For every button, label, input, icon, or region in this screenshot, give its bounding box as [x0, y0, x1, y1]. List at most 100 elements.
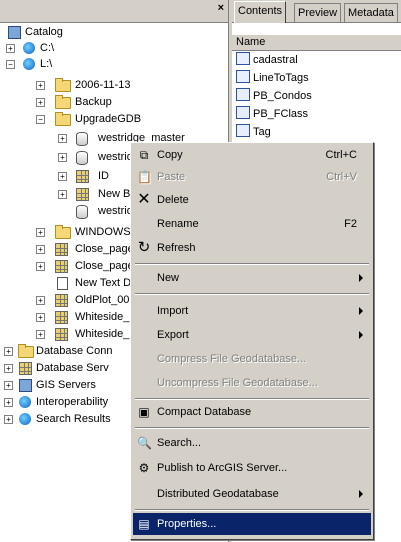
expand-icon[interactable]: + — [4, 415, 13, 424]
expand-icon[interactable]: + — [36, 296, 45, 305]
menu-item-import[interactable]: Import — [133, 300, 371, 322]
menu-item-new[interactable]: New — [133, 267, 371, 289]
list-item-label: Tag — [253, 126, 271, 138]
menu-item-label: Export — [157, 329, 189, 341]
list-item[interactable]: LineToTags — [236, 70, 309, 86]
menu-item-uncompress-file-geodatabase[interactable]: Uncompress File Geodatabase... — [133, 372, 371, 394]
menu-item-label: Compact Database — [157, 406, 252, 418]
menu-item-properties[interactable]: ▤ Properties... — [133, 513, 371, 535]
raster-icon — [55, 260, 68, 273]
menu-item-label: Compress File Geodatabase... — [157, 353, 307, 365]
folder-icon — [55, 95, 71, 109]
list-item-label: PB_Condos — [253, 90, 312, 102]
tree-node-label: OldPlot_00 — [75, 294, 130, 306]
submenu-arrow-icon — [359, 490, 363, 498]
tree-node-label: GIS Servers — [36, 379, 96, 391]
tab-metadata[interactable]: Metadata — [344, 3, 398, 22]
list-item[interactable]: cadastral — [236, 52, 298, 68]
tree-node-label: Whiteside_ — [75, 328, 130, 340]
interoperability-icon — [19, 396, 31, 408]
publish-icon: ⚙ — [138, 461, 150, 475]
drive-icon — [23, 42, 35, 54]
tree-node-label: Close_page — [75, 243, 134, 255]
collapse-icon[interactable]: − — [6, 60, 15, 69]
tree-node-label: WINDOWS — [75, 226, 131, 238]
raster-icon — [76, 170, 89, 183]
menu-item-label: Delete — [157, 194, 189, 206]
list-item-label: PB_FClass — [253, 108, 309, 120]
menu-item-compact-database[interactable]: ▣ Compact Database — [133, 401, 371, 423]
raster-icon — [76, 188, 89, 201]
menu-item-paste[interactable]: 📋 Paste Ctrl+V — [133, 166, 371, 188]
list-item[interactable]: PB_Condos — [236, 88, 312, 104]
list-item-label: LineToTags — [253, 72, 309, 84]
tree-node-label: New Text D — [75, 277, 132, 289]
menu-item-export[interactable]: Export — [133, 324, 371, 346]
expand-icon[interactable]: + — [4, 347, 13, 356]
close-icon[interactable]: × — [218, 2, 224, 14]
menu-item-shortcut: Ctrl+V — [326, 171, 357, 183]
menu-item-delete[interactable]: ✕ Delete — [133, 189, 371, 211]
menu-item-label: Rename — [157, 218, 199, 230]
expand-icon[interactable]: + — [4, 381, 13, 390]
list-item[interactable]: Tag — [236, 124, 271, 140]
menu-item-label: Distributed Geodatabase — [157, 488, 279, 500]
raster-icon — [55, 328, 68, 341]
tree-node-label: Catalog — [25, 26, 63, 38]
menu-separator — [135, 509, 369, 511]
expand-icon[interactable]: + — [36, 98, 45, 107]
drive-icon — [23, 58, 35, 70]
menu-item-label: Search... — [157, 437, 202, 449]
expand-icon[interactable]: + — [36, 262, 45, 271]
tree-node-label: ID — [98, 170, 109, 182]
expand-icon[interactable]: + — [36, 228, 45, 237]
expand-icon[interactable]: + — [36, 330, 45, 339]
tree-node-label: Backup — [75, 96, 112, 108]
geodatabase-icon — [76, 151, 88, 165]
list-item[interactable]: PB_FClass — [236, 106, 308, 122]
menu-item-compress-file-geodatabase[interactable]: Compress File Geodatabase... — [133, 348, 371, 370]
menu-item-publish-to-arcgis-server[interactable]: ⚙ Publish to ArcGIS Server... — [133, 457, 371, 479]
menu-item-label: Publish to ArcGIS Server... — [157, 462, 288, 474]
expand-icon[interactable]: + — [58, 172, 67, 181]
database-connection-icon — [76, 205, 88, 219]
expand-icon[interactable]: + — [4, 364, 13, 373]
menu-item-label: New — [157, 272, 180, 284]
tree-node-label: Whiteside_ — [75, 311, 130, 323]
collapse-icon[interactable]: − — [36, 115, 45, 124]
tree-node-label: Search Results — [36, 413, 111, 425]
raster-icon — [55, 294, 68, 307]
copy-icon: ⧉ — [139, 148, 149, 162]
raster-icon — [55, 243, 68, 256]
folder-icon — [55, 112, 71, 126]
expand-icon[interactable]: + — [36, 313, 45, 322]
table-icon — [236, 88, 250, 101]
menu-item-label: Refresh — [157, 242, 196, 254]
menu-item-label: Properties... — [157, 518, 217, 530]
tree-node-label: Close_page — [75, 260, 134, 272]
expand-icon[interactable]: + — [4, 398, 13, 407]
expand-icon[interactable]: + — [36, 245, 45, 254]
submenu-arrow-icon — [359, 274, 363, 282]
expand-icon[interactable]: + — [58, 190, 67, 199]
delete-icon: ✕ — [137, 191, 151, 208]
expand-icon[interactable]: + — [58, 134, 67, 143]
menu-item-label: Uncompress File Geodatabase... — [157, 377, 318, 389]
catalog-icon — [8, 26, 21, 39]
menu-item-rename[interactable]: Rename F2 — [133, 213, 371, 235]
compact-database-icon: ▣ — [138, 405, 150, 419]
menu-item-shortcut: Ctrl+C — [325, 149, 357, 161]
tab-contents[interactable]: Contents — [234, 1, 287, 23]
menu-item-search[interactable]: 🔍 Search... — [133, 432, 371, 454]
menu-item-copy[interactable]: ⧉ Copy Ctrl+C — [133, 144, 371, 166]
expand-icon[interactable]: + — [58, 153, 67, 162]
gis-servers-icon — [19, 379, 32, 392]
table-icon — [236, 124, 250, 137]
menu-item-distributed-geodatabase[interactable]: Distributed Geodatabase — [133, 483, 371, 505]
database-connections-icon — [18, 344, 34, 358]
expand-icon[interactable]: + — [6, 44, 15, 53]
tab-preview[interactable]: Preview — [294, 3, 342, 22]
expand-icon[interactable]: + — [36, 81, 45, 90]
menu-item-refresh[interactable]: ↻ Refresh — [133, 237, 371, 259]
column-header-name[interactable]: Name — [232, 35, 401, 51]
